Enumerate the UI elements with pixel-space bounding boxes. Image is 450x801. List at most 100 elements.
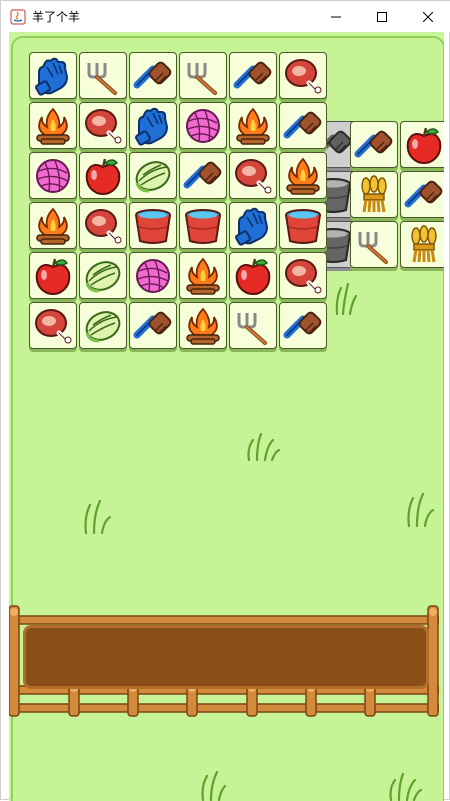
window-title: 羊了个羊: [32, 10, 81, 24]
rake-icon: [181, 55, 225, 97]
tile[interactable]: [229, 252, 277, 299]
tile[interactable]: [29, 302, 77, 349]
minimize-button[interactable]: [313, 1, 359, 32]
rake-icon: [81, 55, 125, 97]
wheat-icon: [352, 174, 396, 216]
tile[interactable]: [179, 202, 227, 249]
tile[interactable]: [179, 52, 227, 99]
cabbage-icon: [131, 155, 175, 197]
java-icon: [10, 9, 26, 25]
tile[interactable]: [179, 152, 227, 199]
yarn-icon: [181, 105, 225, 147]
meat-icon: [81, 205, 125, 247]
tile[interactable]: [29, 252, 77, 299]
grass-icon: [389, 772, 423, 801]
tile[interactable]: [279, 152, 327, 199]
tile[interactable]: [400, 171, 444, 218]
campfire-icon: [31, 105, 75, 147]
tile[interactable]: [29, 102, 77, 149]
tile[interactable]: [350, 121, 398, 168]
brush-icon: [281, 305, 325, 347]
glove-icon: [231, 205, 275, 247]
bucket-icon: [281, 205, 325, 247]
grass-icon: [247, 432, 281, 462]
campfire-icon: [231, 105, 275, 147]
tile[interactable]: [79, 302, 127, 349]
brush-icon: [402, 174, 444, 216]
rake-icon: [352, 224, 396, 266]
tile[interactable]: [129, 202, 177, 249]
brush-icon: [231, 55, 275, 97]
tile[interactable]: [229, 302, 277, 349]
meat-icon: [281, 55, 325, 97]
brush-icon: [131, 55, 175, 97]
tile[interactable]: [279, 102, 327, 149]
apple-icon: [402, 124, 444, 166]
apple-icon: [81, 155, 125, 197]
tile[interactable]: [29, 202, 77, 249]
meat-icon: [231, 155, 275, 197]
grass-icon: [335, 282, 358, 316]
tile[interactable]: [29, 52, 77, 99]
tile[interactable]: [179, 302, 227, 349]
campfire-icon: [281, 155, 325, 197]
yarn-icon: [131, 255, 175, 297]
cabbage-icon: [81, 255, 125, 297]
apple-icon: [31, 255, 75, 297]
grass-icon: [84, 499, 112, 535]
campfire-icon: [181, 255, 225, 297]
maximize-icon: [377, 11, 387, 22]
bucket-icon: [181, 205, 225, 247]
brush-icon: [281, 105, 325, 147]
meat-icon: [31, 305, 75, 347]
meat-icon: [281, 255, 325, 297]
close-icon: [423, 11, 433, 22]
tile[interactable]: [279, 252, 327, 299]
grass-icon: [201, 770, 227, 801]
tile[interactable]: [129, 102, 177, 149]
game-canvas: [9, 32, 444, 801]
tile[interactable]: [179, 252, 227, 299]
tile[interactable]: [279, 302, 327, 349]
grass-icon: [407, 492, 435, 528]
tile[interactable]: [279, 202, 327, 249]
tile[interactable]: [229, 52, 277, 99]
bucket-icon: [131, 205, 175, 247]
brush-icon: [181, 155, 225, 197]
tile[interactable]: [29, 152, 77, 199]
tile[interactable]: [400, 121, 444, 168]
tile[interactable]: [79, 102, 127, 149]
close-button[interactable]: [405, 1, 450, 32]
tile[interactable]: [350, 221, 398, 268]
minimize-icon: [331, 16, 341, 17]
tile[interactable]: [79, 52, 127, 99]
tile[interactable]: [400, 221, 444, 268]
tile[interactable]: [279, 52, 327, 99]
title-bar: 羊了个羊: [1, 1, 450, 32]
tile[interactable]: [129, 252, 177, 299]
maximize-button[interactable]: [359, 1, 405, 32]
wheat-icon: [402, 224, 444, 266]
rake-icon: [231, 305, 275, 347]
campfire-icon: [181, 305, 225, 347]
tile[interactable]: [79, 152, 127, 199]
tile[interactable]: [79, 202, 127, 249]
tile[interactable]: [129, 152, 177, 199]
tile[interactable]: [229, 102, 277, 149]
cabbage-icon: [81, 305, 125, 347]
tile[interactable]: [229, 152, 277, 199]
tile[interactable]: [229, 202, 277, 249]
tile[interactable]: [79, 252, 127, 299]
campfire-icon: [31, 205, 75, 247]
glove-icon: [31, 55, 75, 97]
game-window: 羊了个羊: [0, 0, 450, 801]
tile-slot-bar: [23, 625, 429, 689]
glove-icon: [131, 105, 175, 147]
meat-icon: [81, 105, 125, 147]
brush-icon: [131, 305, 175, 347]
tile[interactable]: [129, 52, 177, 99]
tile[interactable]: [179, 102, 227, 149]
brush-icon: [352, 124, 396, 166]
tile[interactable]: [129, 302, 177, 349]
tile[interactable]: [350, 171, 398, 218]
